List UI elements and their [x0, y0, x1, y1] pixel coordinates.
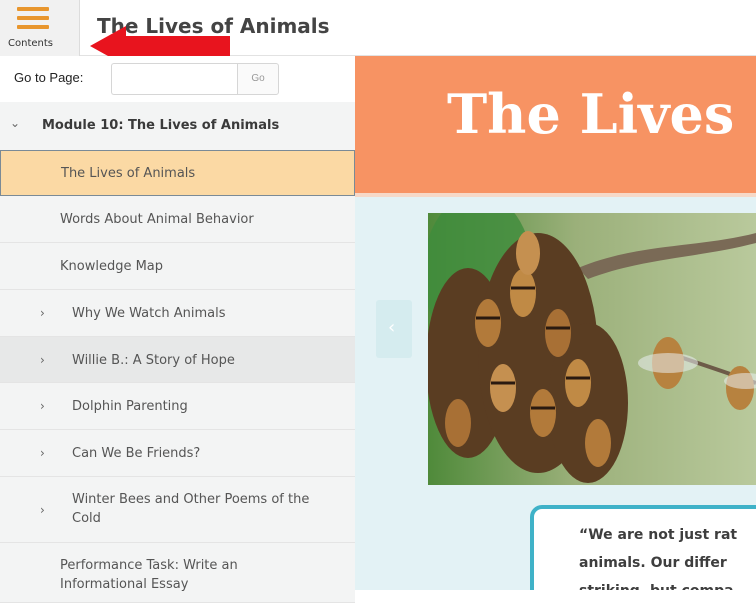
banner-divider — [355, 193, 756, 197]
bees-photo — [428, 213, 756, 485]
toc-item-label: Words About Animal Behavior — [60, 212, 254, 227]
lesson-banner: The Lives — [355, 56, 756, 193]
chevron-down-icon: ⌄ — [10, 116, 21, 130]
toc-item-label: Can We Be Friends? — [72, 446, 201, 461]
toc-item-label: Performance Task: Write an Informational… — [60, 558, 238, 592]
toc-item-label: Winter Bees and Other Poems of the Cold — [72, 492, 310, 526]
toc-item-willie-b[interactable]: › Willie B.: A Story of Hope — [0, 337, 355, 383]
toc-item-label: The Lives of Animals — [61, 166, 196, 181]
goto-button[interactable]: Go — [237, 63, 279, 95]
toc-item-the-lives-of-animals[interactable]: The Lives of Animals — [0, 150, 355, 196]
reader-content: The Lives ‹ “We are not just rat animals… — [355, 56, 756, 590]
toc-item-label: Knowledge Map — [60, 259, 164, 274]
banner-title: The Lives — [447, 82, 735, 146]
goto-page-row: Go to Page: Go — [0, 56, 355, 102]
quote-line: striking, but compa — [579, 577, 756, 590]
toc-item-label: Dolphin Parenting — [72, 399, 188, 414]
toc-item-winter-bees[interactable]: › Winter Bees and Other Poems of the Col… — [0, 477, 355, 543]
previous-page-button[interactable]: ‹ — [376, 300, 412, 358]
quote-line: animals. Our differ — [579, 555, 727, 571]
toc-item-performance-task[interactable]: Performance Task: Write an Informational… — [0, 543, 355, 603]
module-title: Module 10: The Lives of Animals — [42, 118, 280, 133]
chevron-right-icon: › — [40, 399, 45, 413]
toc-item-why-we-watch-animals[interactable]: › Why We Watch Animals — [0, 290, 355, 337]
toc-item-can-we-be-friends[interactable]: › Can We Be Friends? — [0, 430, 355, 477]
toc-item-words-about-animal-behavior[interactable]: Words About Animal Behavior — [0, 196, 355, 243]
toc-item-label: Willie B.: A Story of Hope — [72, 353, 235, 368]
goto-page-label: Go to Page: — [14, 70, 84, 85]
chevron-right-icon: › — [40, 306, 45, 320]
quote-box: “We are not just rat animals. Our differ… — [530, 505, 756, 590]
chevron-right-icon: › — [40, 446, 45, 460]
toc-list: The Lives of Animals Words About Animal … — [0, 150, 355, 603]
quote-text: “We are not just rat animals. Our differ… — [579, 521, 756, 590]
toc-item-dolphin-parenting[interactable]: › Dolphin Parenting — [0, 383, 355, 430]
module-header[interactable]: ⌄ Module 10: The Lives of Animals — [0, 102, 355, 150]
contents-sidebar: Go to Page: Go ⌄ Module 10: The Lives of… — [0, 56, 355, 603]
contents-label: Contents — [8, 38, 53, 49]
toc-item-label: Why We Watch Animals — [72, 306, 226, 321]
toc-item-knowledge-map[interactable]: Knowledge Map — [0, 243, 355, 290]
chevron-left-icon: ‹ — [388, 317, 396, 338]
hamburger-icon — [17, 7, 49, 29]
bees-illustration — [428, 213, 756, 485]
contents-button[interactable]: Contents — [0, 0, 80, 56]
goto-page-input[interactable] — [111, 63, 237, 95]
chevron-right-icon: › — [40, 352, 45, 367]
chevron-right-icon: › — [40, 502, 45, 517]
quote-line: “We are not just rat — [579, 527, 738, 543]
